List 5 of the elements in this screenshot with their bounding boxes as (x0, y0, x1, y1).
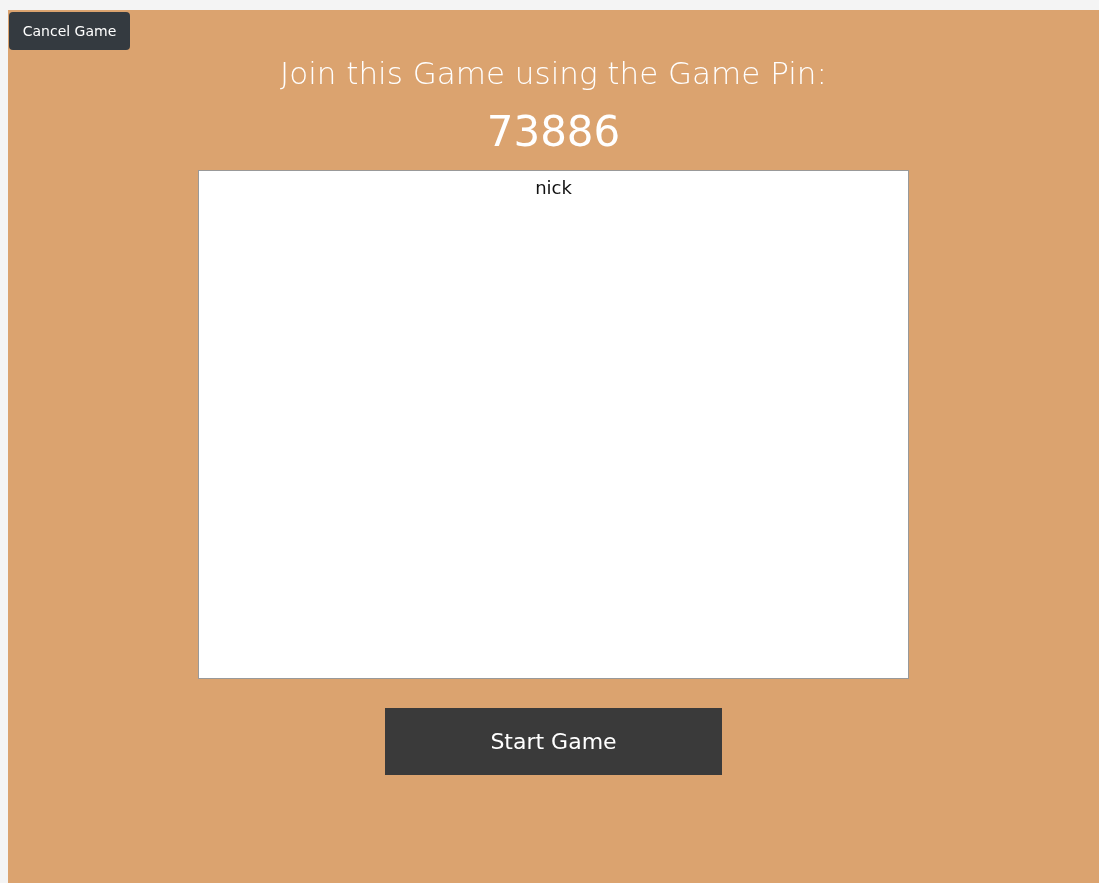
game-pin: 73886 (486, 108, 621, 156)
join-heading: Join this Game using the Game Pin: (280, 54, 827, 92)
player-name: nick (535, 177, 572, 198)
start-game-button[interactable]: Start Game (385, 708, 722, 775)
cancel-game-button[interactable]: Cancel Game (9, 12, 130, 50)
